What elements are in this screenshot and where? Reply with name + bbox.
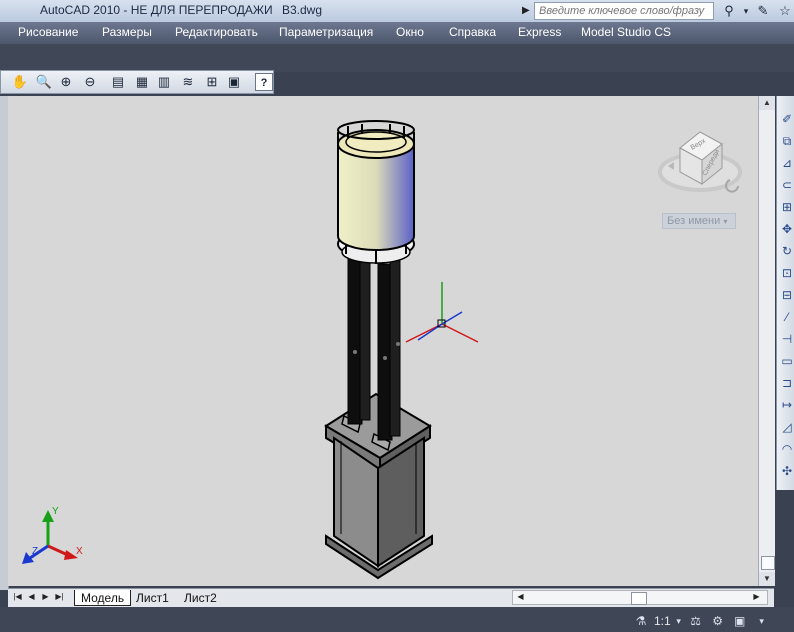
sheet-set-icon[interactable]: ≋ <box>179 73 197 91</box>
binoculars-icon[interactable]: ⚲ <box>720 2 738 20</box>
scroll-up-icon[interactable]: ▲ <box>759 96 775 110</box>
quickcalc-icon[interactable]: ▣ <box>225 73 243 91</box>
named-views-dropdown[interactable]: Без имени ▾ <box>662 213 736 229</box>
rotate-icon[interactable]: ↻ <box>779 242 794 260</box>
layout-tabs-bar: |◀ ◀ ▶ ▶| Модель Лист1 Лист2 ◀ ▶ <box>8 588 774 607</box>
annotation-visibility-icon[interactable]: ⚖ <box>687 612 705 630</box>
chevron-down-icon: ▾ <box>723 217 728 226</box>
fillet-icon[interactable]: ◿ <box>779 418 794 436</box>
scroll-down-icon[interactable]: ▼ <box>759 572 775 586</box>
window-title: AutoCAD 2010 - НЕ ДЛЯ ПЕРЕПРОДАЖИ <box>40 3 273 17</box>
tab-layout1[interactable]: Лист1 <box>130 590 175 606</box>
break-icon[interactable]: ▭ <box>779 352 794 370</box>
offset-icon[interactable]: ⊂ <box>779 176 794 194</box>
status-tray: ⚗ 1:1 ▾ ⚖ ⚙ ▣ ▾ <box>632 611 794 631</box>
dropdown-arrow-icon[interactable]: ▾ <box>742 2 750 20</box>
tab-model[interactable]: Модель <box>74 590 132 606</box>
first-tab-icon[interactable]: |◀ <box>12 591 23 603</box>
properties-icon[interactable]: ▤ <box>109 73 127 91</box>
model-space-canvas[interactable]: Y X Z Верх Спереди <box>8 96 758 586</box>
extend-icon[interactable]: ⊣ <box>779 330 794 348</box>
vertical-scrollbar[interactable]: ▲ ▼ <box>758 96 775 586</box>
copy-icon[interactable]: ⧉ <box>779 132 794 150</box>
modify-toolbar: ✐ ⧉ ⊿ ⊂ ⊞ ✥ ↻ ⊡ ⊟ ⁄ ⊣ ▭ ⊐ ↦ ◿ ◠ ✣ <box>776 96 794 490</box>
search-expand-arrow-icon[interactable]: ▶ <box>522 3 532 19</box>
zoom-window-icon[interactable]: ⊕ <box>57 73 75 91</box>
toolbar-area <box>0 44 794 72</box>
status-menu-icon[interactable]: ▾ <box>753 612 771 630</box>
drawing-viewport[interactable]: Y X Z Верх Спереди Без имени ▾ <box>8 96 758 586</box>
crosshair-cursor <box>405 282 479 343</box>
search-input[interactable] <box>534 2 714 20</box>
ucs-z-label: Z <box>32 546 38 557</box>
last-tab-icon[interactable]: ▶| <box>54 591 65 603</box>
tools-icon[interactable]: ✎ <box>754 2 772 20</box>
horizontal-scrollbar[interactable]: ◀ ▶ <box>512 590 768 605</box>
water-tank-body[interactable] <box>337 120 415 251</box>
menu-parametric[interactable]: Параметризация <box>279 25 373 39</box>
menu-dimension[interactable]: Размеры <box>102 25 152 39</box>
scroll-right-icon[interactable]: ▶ <box>751 591 762 603</box>
help-icon[interactable]: ? <box>255 73 273 91</box>
ucs-y-label: Y <box>52 506 59 517</box>
annotation-scale-icon[interactable]: ⚗ <box>632 612 650 630</box>
menu-modify[interactable]: Редактировать <box>175 25 258 39</box>
tab-layout2[interactable]: Лист2 <box>178 590 223 606</box>
auto-scale-icon[interactable]: ⚙ <box>709 612 727 630</box>
ucs-x-label: X <box>76 546 83 557</box>
menu-model-studio[interactable]: Model Studio CS <box>581 25 671 39</box>
named-view-label: Без имени <box>667 215 721 227</box>
standard-toolbar: ✋ 🔍 ⊕ ⊖ ▤ ▦ ▥ ≋ ⊞ ▣ ? <box>0 70 274 94</box>
title-bar: AutoCAD 2010 - НЕ ДЛЯ ПЕРЕПРОДАЖИ B3.dwg… <box>0 0 794 22</box>
menu-express[interactable]: Express <box>518 25 561 39</box>
menu-help[interactable]: Справка <box>449 25 496 39</box>
scroll-left-icon[interactable]: ◀ <box>515 591 526 603</box>
explode-icon[interactable]: ◠ <box>779 440 794 458</box>
dropdown-arrow-icon[interactable]: ▾ <box>675 612 683 630</box>
stretch-icon[interactable]: ⊟ <box>779 286 794 304</box>
move-icon[interactable]: ✥ <box>779 220 794 238</box>
chamfer-icon[interactable]: ↦ <box>779 396 794 414</box>
star-icon[interactable]: ☆ <box>776 2 794 20</box>
next-tab-icon[interactable]: ▶ <box>40 591 51 603</box>
tool-palettes-icon[interactable]: ▥ <box>155 73 173 91</box>
scale-icon[interactable]: ⊡ <box>779 264 794 282</box>
scroll-thumb[interactable] <box>761 556 775 570</box>
prev-tab-icon[interactable]: ◀ <box>26 591 37 603</box>
menu-draw[interactable]: Рисование <box>18 25 78 39</box>
mirror-icon[interactable]: ⊿ <box>779 154 794 172</box>
erase-icon[interactable]: ✐ <box>779 110 794 128</box>
status-bar: ⚗ 1:1 ▾ ⚖ ⚙ ▣ ▾ <box>0 607 794 632</box>
design-center-icon[interactable]: ▦ <box>133 73 151 91</box>
annotation-scale-value[interactable]: 1:1 <box>654 614 671 628</box>
join-icon[interactable]: ⊐ <box>779 374 794 392</box>
properties-match-icon[interactable]: ✣ <box>779 462 794 480</box>
trim-icon[interactable]: ⁄ <box>779 308 794 326</box>
zoom-realtime-icon[interactable]: 🔍 <box>35 73 53 91</box>
zoom-previous-icon[interactable]: ⊖ <box>81 73 99 91</box>
markup-icon[interactable]: ⊞ <box>203 73 221 91</box>
document-name: B3.dwg <box>282 3 323 17</box>
array-icon[interactable]: ⊞ <box>779 198 794 216</box>
workspace-icon[interactable]: ▣ <box>731 612 749 630</box>
menu-window[interactable]: Окно <box>396 25 424 39</box>
infocenter-toolbar: ⚲ ▾ ✎ ☆ <box>720 2 794 20</box>
menu-bar: Рисование Размеры Редактировать Параметр… <box>0 22 794 44</box>
viewcube[interactable]: Верх Спереди <box>658 131 742 193</box>
horizontal-scroll-thumb[interactable] <box>631 592 647 605</box>
pan-icon[interactable]: ✋ <box>11 73 29 91</box>
ucs-icon: Y X Z <box>22 506 83 564</box>
